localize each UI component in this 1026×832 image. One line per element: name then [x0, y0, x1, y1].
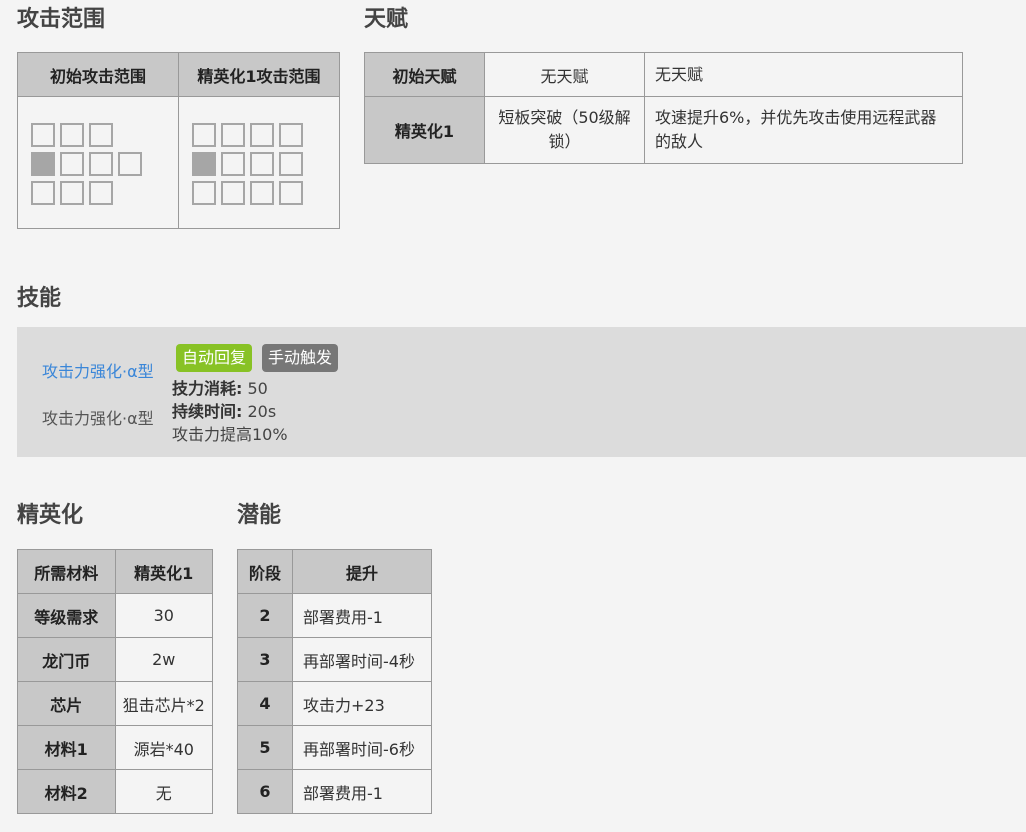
potential-stage: 2 — [237, 593, 293, 638]
sp-value: 50 — [247, 379, 268, 398]
potential-stage: 3 — [237, 637, 293, 682]
range-tile-operator — [31, 152, 55, 176]
range-tile-operator — [192, 152, 216, 176]
skill-sp-cost: 技力消耗: 50 — [172, 377, 288, 400]
elite-row-value: 源岩*40 — [114, 725, 213, 770]
range-tile — [250, 152, 274, 176]
range-tile — [118, 152, 142, 176]
skill-heading: 技能 — [17, 286, 62, 311]
potential-desc: 部署费用-1 — [292, 769, 432, 814]
duration-value: 20s — [247, 402, 277, 421]
skill-duration: 持续时间: 20s — [172, 400, 288, 423]
range-tile — [89, 181, 113, 205]
potential-desc: 再部署时间-4秒 — [292, 637, 432, 682]
range-tile — [250, 123, 274, 147]
range-tile — [60, 152, 84, 176]
range-tile — [60, 181, 84, 205]
elite-header-materials: 所需材料 — [17, 549, 116, 594]
range-elite1-cell — [178, 96, 340, 229]
potential-stage: 6 — [237, 769, 293, 814]
elite-row-label: 材料1 — [17, 725, 116, 770]
potential-desc: 再部署时间-6秒 — [292, 725, 432, 770]
sp-recovery-badge: 自动回复 — [176, 344, 253, 372]
potential-stage: 5 — [237, 725, 293, 770]
range-tile — [89, 152, 113, 176]
talent-desc: 无天赋 — [644, 52, 963, 97]
range-tile — [192, 181, 216, 205]
talent-table: 初始天赋 无天赋 无天赋 精英化1 短板突破（50级解锁） 攻速提升6%，并优先… — [364, 52, 963, 164]
range-tile — [250, 181, 274, 205]
elite-row-value: 无 — [114, 769, 213, 814]
skill-info: 技力消耗: 50 持续时间: 20s 攻击力提高10% — [172, 377, 288, 446]
potential-header-boost: 提升 — [292, 549, 432, 594]
range-tile — [60, 123, 84, 147]
skill-name: 攻击力强化·α型 — [42, 409, 154, 428]
trigger-type-badge: 手动触发 — [262, 344, 339, 372]
range-initial-cell — [17, 96, 179, 229]
range-tile — [221, 181, 245, 205]
potential-stage: 4 — [237, 681, 293, 726]
range-tile — [31, 123, 55, 147]
attack-range-table: 初始攻击范围 精英化1攻击范围 — [17, 52, 340, 229]
range-header-elite1: 精英化1攻击范围 — [178, 52, 340, 97]
potential-heading: 潜能 — [237, 503, 282, 528]
elite-row-value: 30 — [114, 593, 213, 638]
elite-heading: 精英化 — [17, 503, 84, 528]
talent-name: 无天赋 — [484, 52, 645, 97]
elite-row-value: 2w — [114, 637, 213, 682]
duration-label: 持续时间: — [172, 402, 243, 421]
range-tile — [279, 152, 303, 176]
talent-stage: 精英化1 — [364, 96, 485, 164]
range-tile — [221, 152, 245, 176]
range-tile — [221, 123, 245, 147]
potential-desc: 部署费用-1 — [292, 593, 432, 638]
range-tile — [279, 181, 303, 205]
potential-desc: 攻击力+23 — [292, 681, 432, 726]
potential-header-stage: 阶段 — [237, 549, 293, 594]
elite-row-label: 龙门币 — [17, 637, 116, 682]
potential-table: 阶段 提升 2 部署费用-1 3 再部署时间-4秒 4 攻击力+23 5 再部署… — [237, 549, 432, 814]
talent-desc: 攻速提升6%，并优先攻击使用远程武器的敌人 — [644, 96, 963, 164]
elite-row-value: 狙击芯片*2 — [114, 681, 213, 726]
skill-link[interactable]: 攻击力强化·α型 — [42, 358, 154, 382]
range-tile — [31, 181, 55, 205]
range-header-initial: 初始攻击范围 — [17, 52, 179, 97]
skill-panel: 攻击力强化·α型 攻击力强化·α型 自动回复 手动触发 技力消耗: 50 持续时… — [17, 327, 1026, 457]
elite-row-label: 材料2 — [17, 769, 116, 814]
range-tile — [192, 123, 216, 147]
elite-row-label: 芯片 — [17, 681, 116, 726]
skill-effect: 攻击力提高10% — [172, 425, 288, 444]
talent-stage: 初始天赋 — [364, 52, 485, 97]
talent-heading: 天赋 — [364, 7, 409, 32]
range-tile — [279, 123, 303, 147]
sp-label: 技力消耗: — [172, 379, 243, 398]
range-heading: 攻击范围 — [17, 7, 106, 32]
elite-header-elite1: 精英化1 — [114, 549, 213, 594]
talent-name: 短板突破（50级解锁） — [484, 96, 645, 164]
elite-table: 所需材料 精英化1 等级需求 30 龙门币 2w 芯片 狙击芯片*2 材料1 源… — [17, 549, 213, 814]
elite-row-label: 等级需求 — [17, 593, 116, 638]
range-tile — [89, 123, 113, 147]
